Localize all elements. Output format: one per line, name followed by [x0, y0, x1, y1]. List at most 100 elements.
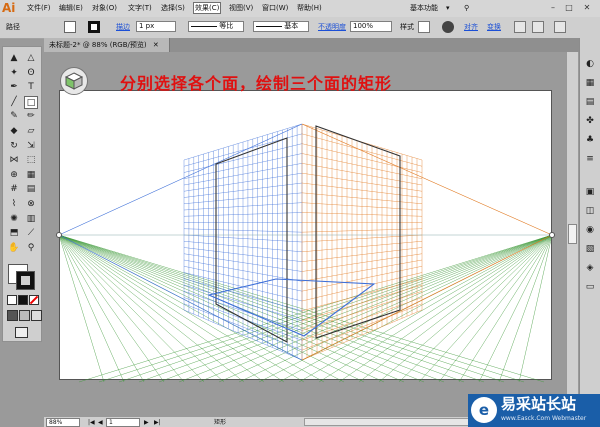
scroll-thumb[interactable]	[568, 224, 577, 244]
search-icon[interactable]: ⚲	[464, 3, 469, 13]
transform-link[interactable]: 变换	[487, 23, 501, 32]
opacity-field[interactable]: 100%	[350, 21, 392, 32]
chevron-down-icon[interactable]: ▾	[446, 3, 450, 13]
prev-page-button[interactable]: ◀	[98, 418, 103, 427]
document-tab-bar: 未标题-2* @ 88% (RGB/预览) ✕	[44, 38, 579, 52]
recolor-artwork-icon[interactable]	[442, 21, 454, 33]
workspace-switcher[interactable]: 基本功能	[410, 3, 438, 13]
current-tool-label: 矩形	[214, 419, 227, 426]
stroke-swatch[interactable]	[16, 271, 35, 290]
close-button[interactable]: ✕	[581, 2, 593, 14]
ground-grid-line	[218, 234, 553, 383]
document-tab[interactable]: 未标题-2* @ 88% (RGB/预览) ✕	[44, 38, 170, 52]
blob-brush-tool[interactable]: ◆	[7, 125, 21, 138]
layers-icon[interactable]: ◈	[584, 262, 596, 274]
canvas-area[interactable]: 分别选择各个面，绘制三个面的矩形	[44, 52, 579, 416]
width-tool[interactable]: ⋈	[7, 154, 21, 167]
selection-tool[interactable]: ▲	[7, 52, 21, 65]
panel-options-icon[interactable]	[532, 21, 544, 33]
first-page-button[interactable]: |◀	[88, 418, 95, 427]
menu-select[interactable]: 选择(S)	[161, 3, 185, 13]
hand-tool[interactable]: ✋	[7, 242, 21, 255]
direct-selection-tool[interactable]: △	[24, 52, 38, 65]
default-colors-icon[interactable]	[7, 295, 17, 305]
appearance-icon[interactable]: ◉	[584, 224, 596, 236]
blend-tool[interactable]: ⊗	[24, 198, 38, 211]
lasso-tool[interactable]: ʘ	[24, 67, 38, 80]
artboards-icon[interactable]: ▭	[584, 281, 596, 293]
opacity-link[interactable]: 不透明度	[318, 23, 346, 32]
graphic-style-icon[interactable]	[418, 21, 430, 33]
menu-icon[interactable]	[554, 21, 566, 33]
page-field[interactable]: 1	[106, 418, 140, 427]
type-tool[interactable]: T	[24, 81, 38, 94]
graphic-styles-icon[interactable]: ▧	[584, 243, 596, 255]
perspective-grid-tool[interactable]: ▦	[24, 169, 38, 182]
rotate-tool[interactable]: ↻	[7, 140, 21, 153]
color-guide-icon[interactable]: ▦	[584, 77, 596, 89]
stroke-weight-field[interactable]: 1 px	[136, 21, 176, 32]
maximize-button[interactable]: □	[563, 2, 575, 14]
plane-switching-widget[interactable]	[60, 67, 88, 95]
zoom-field[interactable]: 88%	[46, 418, 80, 427]
slice-tool[interactable]: ⟋	[24, 227, 38, 240]
shape-builder-tool[interactable]: ⊕	[7, 169, 21, 182]
scale-tool[interactable]: ⇲	[24, 140, 38, 153]
isolate-icon[interactable]	[514, 21, 526, 33]
last-page-button[interactable]: ▶|	[154, 418, 161, 427]
fill-color-icon[interactable]	[64, 21, 76, 33]
brushes-icon[interactable]: ✤	[584, 115, 596, 127]
screen-mode-icon[interactable]	[15, 327, 28, 338]
swatches-icon[interactable]: ▤	[584, 96, 596, 108]
draw-inside-icon[interactable]	[31, 310, 42, 321]
magic-wand-tool[interactable]: ✦	[7, 67, 21, 80]
gradient-icon[interactable]: ▣	[584, 186, 596, 198]
right-face-rectangle[interactable]	[315, 125, 401, 339]
transparency-icon[interactable]: ◫	[584, 205, 596, 217]
pen-tool[interactable]: ✒	[7, 81, 21, 94]
paintbrush-tool[interactable]: ✎	[7, 110, 21, 123]
none-icon[interactable]	[29, 295, 39, 305]
next-page-button[interactable]: ▶	[144, 418, 149, 427]
menu-help[interactable]: 帮助(H)	[297, 3, 322, 13]
draw-behind-icon[interactable]	[19, 310, 30, 321]
free-transform-tool[interactable]: ⬚	[24, 154, 38, 167]
variable-width-profile[interactable]: 等比	[188, 21, 244, 32]
left-vanishing-point[interactable]	[56, 232, 62, 238]
symbol-sprayer-tool[interactable]: ✺	[7, 213, 21, 226]
artboard-tool[interactable]: ⬒	[7, 227, 21, 240]
menu-effect[interactable]: 效果(C)	[193, 2, 222, 14]
eyedropper-tool[interactable]: ⌇	[7, 198, 21, 211]
close-icon[interactable]: ✕	[153, 41, 159, 49]
pencil-tool[interactable]: ✏	[24, 110, 38, 123]
menu-bar: Ai 文件(F) 编辑(E) 对象(O) 文字(T) 选择(S) 效果(C) 视…	[0, 0, 600, 18]
align-link[interactable]: 对齐	[464, 23, 478, 32]
zoom-tool[interactable]: ⚲	[24, 242, 38, 255]
menu-object[interactable]: 对象(O)	[92, 3, 117, 13]
stroke-icon[interactable]: ≡	[584, 153, 596, 165]
color-icon[interactable]: ◐	[584, 58, 596, 70]
draw-normal-icon[interactable]	[7, 310, 18, 321]
mesh-tool[interactable]: #	[7, 183, 21, 196]
menu-view[interactable]: 视图(V)	[229, 3, 253, 13]
eraser-tool[interactable]: ▱	[24, 125, 38, 138]
menu-edit[interactable]: 编辑(E)	[59, 3, 83, 13]
menu-file[interactable]: 文件(F)	[27, 3, 51, 13]
column-graph-tool[interactable]: ▥	[24, 213, 38, 226]
minimize-button[interactable]: –	[547, 2, 559, 14]
gradient-tool[interactable]: ▤	[24, 183, 38, 196]
perspective-grid[interactable]	[44, 52, 579, 416]
line-segment-tool[interactable]: ╱	[7, 96, 21, 109]
left-face-rectangle[interactable]	[215, 137, 288, 343]
stroke-color-icon[interactable]	[88, 21, 100, 33]
menu-window[interactable]: 窗口(W)	[262, 3, 288, 13]
rectangle-tool[interactable]: □	[24, 95, 38, 109]
symbols-icon[interactable]: ♣	[584, 134, 596, 146]
vertical-scrollbar[interactable]	[566, 52, 578, 416]
stroke-link[interactable]: 描边	[116, 23, 130, 32]
color-mode-icon[interactable]	[18, 295, 28, 305]
menu-type[interactable]: 文字(T)	[128, 3, 152, 13]
ground-grid-line	[58, 234, 285, 383]
brush-definition[interactable]: 基本	[253, 21, 309, 32]
right-vanishing-point[interactable]	[549, 232, 555, 238]
